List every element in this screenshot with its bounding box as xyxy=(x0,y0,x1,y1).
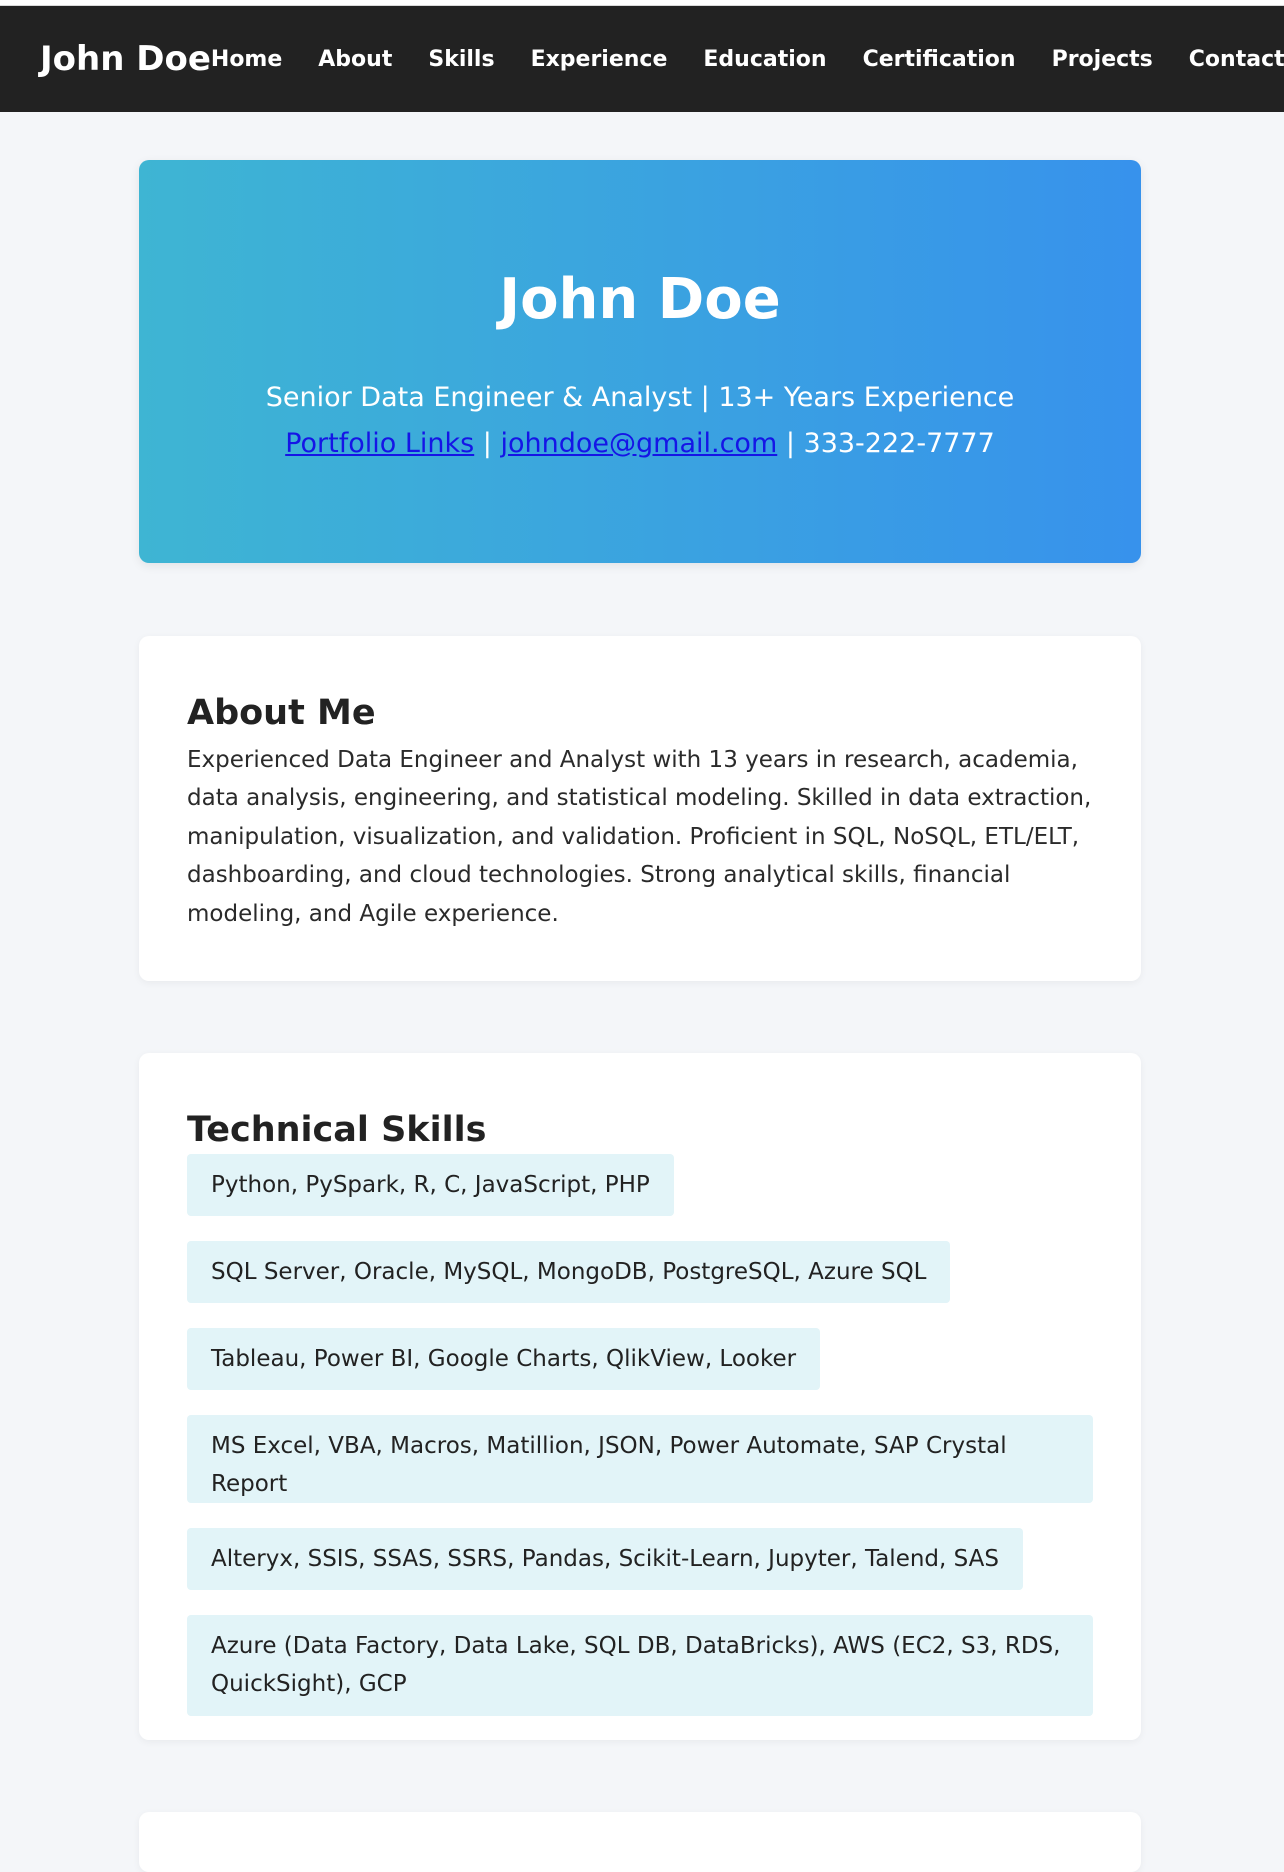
navbar: John Doe Home About Skills Experience Ed… xyxy=(0,6,1284,112)
email-link[interactable]: johndoe@gmail.com xyxy=(501,428,778,459)
skills-section: Technical Skills Python, PySpark, R, C, … xyxy=(139,1053,1141,1740)
skill-tag-languages: Python, PySpark, R, C, JavaScript, PHP xyxy=(187,1153,674,1216)
contact-separator: | xyxy=(482,428,492,459)
hero-name: John Doe xyxy=(499,267,781,332)
hero-banner: John Doe Senior Data Engineer & Analyst … xyxy=(139,160,1141,563)
phone-number: | 333-222-7777 xyxy=(785,428,995,459)
portfolio-link[interactable]: Portfolio Links xyxy=(285,428,474,459)
skill-tag-office-tools: MS Excel, VBA, Macros, Matillion, JSON, … xyxy=(187,1414,1093,1503)
nav-link-education[interactable]: Education xyxy=(703,47,826,72)
about-section: About Me Experienced Data Engineer and A… xyxy=(139,636,1141,981)
about-title: About Me xyxy=(187,693,376,733)
skills-title: Technical Skills xyxy=(187,1110,487,1150)
nav-link-home[interactable]: Home xyxy=(211,47,282,72)
skill-tag-cloud: Azure (Data Factory, Data Lake, SQL DB, … xyxy=(187,1614,1093,1716)
skill-tag-visualization: Tableau, Power BI, Google Charts, QlikVi… xyxy=(187,1327,821,1390)
skill-tag-etl-tools: Alteryx, SSIS, SSAS, SSRS, Pandas, Sciki… xyxy=(187,1527,1024,1590)
brand-logo[interactable]: John Doe xyxy=(40,39,211,79)
about-text: Experienced Data Engineer and Analyst wi… xyxy=(187,746,1092,927)
nav-links: Home About Skills Experience Education C… xyxy=(211,47,1284,72)
nav-link-certification[interactable]: Certification xyxy=(863,47,1016,72)
nav-link-skills[interactable]: Skills xyxy=(428,47,494,72)
nav-link-contact[interactable]: Contact xyxy=(1189,47,1284,72)
hero-contact-line: Portfolio Links | johndoe@gmail.com | 33… xyxy=(139,428,1141,459)
hero-tagline: Senior Data Engineer & Analyst | 13+ Yea… xyxy=(265,382,1015,413)
skills-list: Python, PySpark, R, C, JavaScript, PHP S… xyxy=(187,1153,1093,1716)
nav-link-about[interactable]: About xyxy=(318,47,392,72)
skill-tag-databases: SQL Server, Oracle, MySQL, MongoDB, Post… xyxy=(187,1240,951,1303)
nav-link-experience[interactable]: Experience xyxy=(531,47,668,72)
next-section-card xyxy=(139,1812,1141,1872)
nav-link-projects[interactable]: Projects xyxy=(1052,47,1153,72)
